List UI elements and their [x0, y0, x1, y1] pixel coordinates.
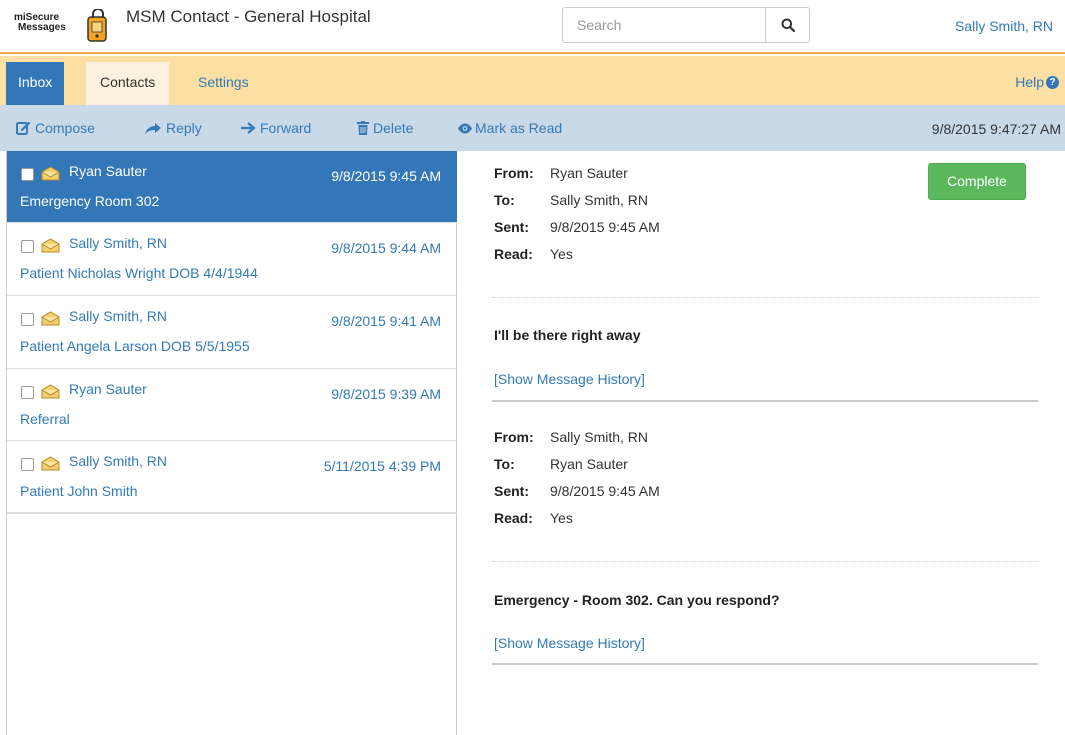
show-message-history-link[interactable]: [Show Message History] [494, 635, 645, 651]
message-subject: Patient Nicholas Wright DOB 4/4/1944 [20, 265, 258, 281]
to-label: To: [494, 456, 515, 472]
divider [492, 400, 1038, 402]
message-date: 5/11/2015 4:39 PM [323, 458, 441, 474]
from-label: From: [494, 165, 534, 181]
message-subject: Patient Angela Larson DOB 5/5/1955 [20, 338, 250, 354]
message-date: 9/8/2015 9:44 AM [331, 240, 441, 256]
message-sender: Ryan Sauter [69, 381, 147, 397]
logo-text: miSecure Messages [14, 13, 66, 33]
eye-icon [458, 123, 472, 133]
from-label: From: [494, 429, 534, 445]
page-title: MSM Contact - General Hospital [126, 7, 371, 26]
envelope-open-icon [41, 311, 60, 326]
show-message-history-link[interactable]: [Show Message History] [494, 371, 645, 387]
message-header: From: Sally Smith, RN To: Ryan Sauter Sent… [494, 429, 660, 537]
divider [492, 297, 1038, 298]
help-label: Help [1015, 74, 1044, 90]
sent-label: Sent: [494, 219, 529, 235]
message-checkbox[interactable] [21, 240, 34, 253]
message-checkbox[interactable] [21, 458, 34, 471]
sent-value: 9/8/2015 9:45 AM [550, 483, 660, 499]
message-list-item[interactable]: Ryan Sauter 9/8/2015 9:45 AM Emergency R… [7, 151, 457, 223]
message-sender: Sally Smith, RN [69, 308, 168, 324]
message-body: I'll be there right away [494, 327, 641, 343]
sent-label: Sent: [494, 483, 529, 499]
delete-label: Delete [373, 120, 414, 136]
message-detail-pane: From: Ryan Sauter To: Sally Smith, RN Sent… [458, 151, 1065, 735]
message-checkbox[interactable] [21, 168, 34, 181]
user-menu-link[interactable]: Sally Smith, RN [955, 18, 1053, 34]
logo-line-2: Messages [18, 22, 66, 33]
tab-contacts[interactable]: Contacts [86, 62, 170, 105]
message-sender: Ryan Sauter [69, 163, 147, 179]
action-toolbar: Compose Reply Forward Delete Mark as Rea… [0, 105, 1065, 151]
message-list-item[interactable]: Sally Smith, RN 9/8/2015 9:41 AM Patient… [7, 296, 457, 369]
compose-button[interactable]: Compose [16, 120, 95, 136]
reply-label: Reply [166, 120, 202, 136]
message-subject: Emergency Room 302 [20, 193, 160, 209]
message-sender: Sally Smith, RN [69, 235, 168, 251]
compose-icon [16, 121, 31, 135]
forward-label: Forward [260, 120, 312, 136]
nav-bar: Inbox Contacts Settings Help ? [0, 56, 1065, 105]
message-subject: Referral [20, 411, 70, 427]
app-header: miSecure Messages MSM Contact - General … [0, 0, 1065, 54]
message-body: Emergency - Room 302. Can you respond? [494, 592, 780, 608]
divider [492, 561, 1038, 562]
complete-button[interactable]: Complete [928, 163, 1026, 200]
tab-inbox[interactable]: Inbox [6, 62, 65, 105]
reply-button[interactable]: Reply [144, 120, 202, 136]
read-value: Yes [550, 246, 573, 262]
from-value: Sally Smith, RN [550, 429, 649, 445]
search-icon [781, 18, 795, 32]
help-link[interactable]: Help ? [1015, 74, 1059, 90]
message-list-item[interactable]: Sally Smith, RN 9/8/2015 9:44 AM Patient… [7, 223, 457, 296]
message-list: Ryan Sauter 9/8/2015 9:45 AM Emergency R… [6, 151, 457, 735]
search-box [562, 7, 810, 43]
read-value: Yes [550, 510, 573, 526]
message-header: From: Ryan Sauter To: Sally Smith, RN Sent… [494, 165, 660, 273]
message-checkbox[interactable] [21, 386, 34, 399]
to-label: To: [494, 192, 515, 208]
envelope-open-icon [41, 166, 60, 181]
sent-value: 9/8/2015 9:45 AM [550, 219, 660, 235]
app-logo: miSecure Messages [14, 7, 114, 45]
message-sender: Sally Smith, RN [69, 453, 168, 469]
arrow-right-icon [241, 122, 256, 134]
mark-as-read-button[interactable]: Mark as Read [457, 120, 562, 136]
envelope-open-icon [41, 384, 60, 399]
message-list-item[interactable]: Sally Smith, RN 5/11/2015 4:39 PM Patien… [7, 441, 457, 514]
question-circle-icon: ? [1046, 75, 1059, 89]
read-label: Read: [494, 510, 533, 526]
compose-label: Compose [35, 120, 95, 136]
message-subject: Patient John Smith [20, 483, 138, 499]
delete-button[interactable]: Delete [357, 120, 413, 136]
to-value: Sally Smith, RN [550, 192, 649, 208]
to-value: Ryan Sauter [550, 456, 628, 472]
message-checkbox[interactable] [21, 313, 34, 326]
message-list-item[interactable]: Ryan Sauter 9/8/2015 9:39 AM Referral [7, 369, 457, 441]
message-date: 9/8/2015 9:41 AM [331, 313, 441, 329]
envelope-open-icon [41, 456, 60, 471]
tab-settings[interactable]: Settings [186, 62, 261, 105]
message-date: 9/8/2015 9:39 AM [331, 386, 441, 402]
divider [492, 663, 1038, 665]
current-timestamp: 9/8/2015 9:47:27 AM [931, 121, 1061, 137]
from-value: Ryan Sauter [550, 165, 628, 181]
message-date: 9/8/2015 9:45 AM [331, 168, 441, 184]
trash-icon [357, 121, 369, 135]
envelope-open-icon [41, 238, 60, 253]
lock-phone-icon [87, 9, 107, 42]
search-button[interactable] [765, 8, 809, 42]
reply-arrow-icon [145, 122, 161, 134]
mark-as-read-label: Mark as Read [475, 120, 563, 136]
search-input[interactable] [563, 8, 767, 42]
read-label: Read: [494, 246, 533, 262]
forward-button[interactable]: Forward [240, 120, 311, 136]
